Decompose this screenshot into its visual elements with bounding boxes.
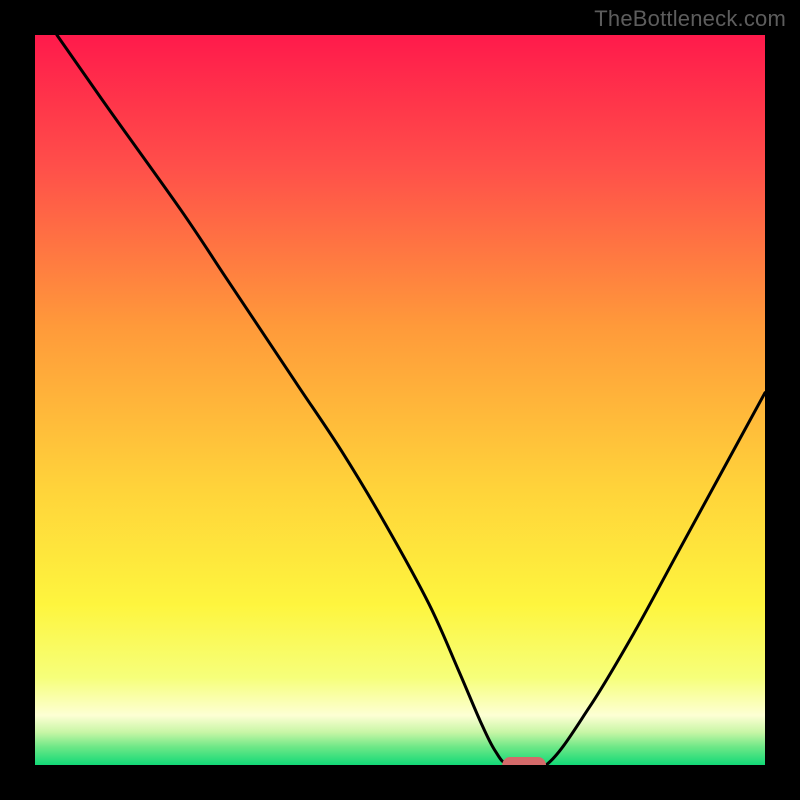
plot-background: [35, 35, 765, 765]
chart-frame: TheBottleneck.com: [0, 0, 800, 800]
watermark-text: TheBottleneck.com: [594, 6, 786, 32]
bottleneck-plot: [35, 35, 765, 765]
optimum-marker: [502, 757, 546, 765]
